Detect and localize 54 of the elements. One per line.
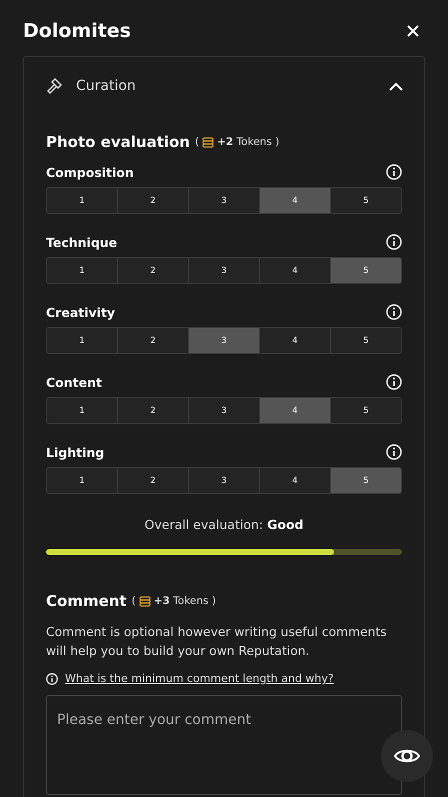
rating-option[interactable]: 4 — [260, 398, 331, 423]
info-icon[interactable] — [386, 374, 402, 390]
info-icon[interactable] — [386, 304, 402, 320]
token-reward: +2 Tokens ) — [217, 136, 280, 148]
paren: ( — [195, 136, 200, 148]
rating-option[interactable]: 3 — [189, 398, 260, 423]
rating-option[interactable]: 3 — [189, 188, 260, 213]
section-title: Comment — [46, 592, 127, 610]
rating-option[interactable]: 1 — [47, 468, 118, 493]
rating-option[interactable]: 2 — [118, 468, 189, 493]
rating-option[interactable]: 2 — [118, 258, 189, 283]
rating-option[interactable]: 1 — [47, 398, 118, 423]
token-reward: +3 Tokens ) — [154, 595, 216, 607]
section-label: Curation — [76, 78, 137, 94]
rating-option[interactable]: 4 — [260, 188, 331, 213]
rating-option[interactable]: 4 — [260, 328, 331, 353]
rating-option[interactable]: 4 — [260, 258, 331, 283]
rating-option[interactable]: 1 — [47, 188, 118, 213]
criterion-label: Lighting — [46, 444, 104, 460]
section-title: Photo evaluation — [46, 133, 190, 151]
eye-icon — [394, 747, 420, 765]
info-icon[interactable] — [386, 164, 402, 180]
coins-icon — [202, 136, 214, 148]
comment-field[interactable]: Please enter your comment — [46, 695, 402, 795]
info-icon[interactable] — [386, 234, 402, 250]
rating-option[interactable]: 5 — [331, 398, 401, 423]
rating-option[interactable]: 3 — [189, 328, 260, 353]
criterion-label: Creativity — [46, 304, 116, 320]
chevron-icon[interactable] — [389, 82, 403, 90]
info-icon — [46, 672, 58, 684]
hammer-icon — [46, 77, 64, 95]
rating-option[interactable]: 3 — [189, 468, 260, 493]
criterion-label: Content — [46, 374, 102, 390]
sheet-title: Dolomites — [23, 20, 131, 42]
coins-icon — [138, 596, 151, 606]
rating-option[interactable]: 3 — [189, 258, 260, 283]
rating-option[interactable]: 5 — [331, 258, 401, 283]
rating-option[interactable]: 1 — [47, 258, 118, 283]
rating-option[interactable]: 2 — [118, 398, 189, 423]
rating-option[interactable]: 5 — [331, 328, 401, 353]
criterion-label: Technique — [46, 234, 118, 250]
paren: ( — [132, 595, 136, 607]
overall-evaluation: Overall evaluation: Good — [144, 517, 304, 532]
rating-option[interactable]: 5 — [331, 188, 401, 213]
comment-description: Comment is optional however writing useful comments will help you to build your own Reputation. — [46, 624, 388, 660]
rating-option[interactable]: 2 — [118, 328, 189, 353]
close-icon[interactable] — [407, 25, 419, 37]
help-link[interactable]: What is the minimum comment length and why? — [65, 672, 334, 685]
rating-option[interactable]: 5 — [331, 468, 401, 493]
rating-option[interactable]: 2 — [118, 188, 189, 213]
info-icon[interactable] — [386, 444, 402, 460]
rating-option[interactable]: 4 — [260, 468, 331, 493]
rating-option[interactable]: 1 — [47, 328, 118, 353]
criterion-label: Composition — [46, 164, 134, 180]
